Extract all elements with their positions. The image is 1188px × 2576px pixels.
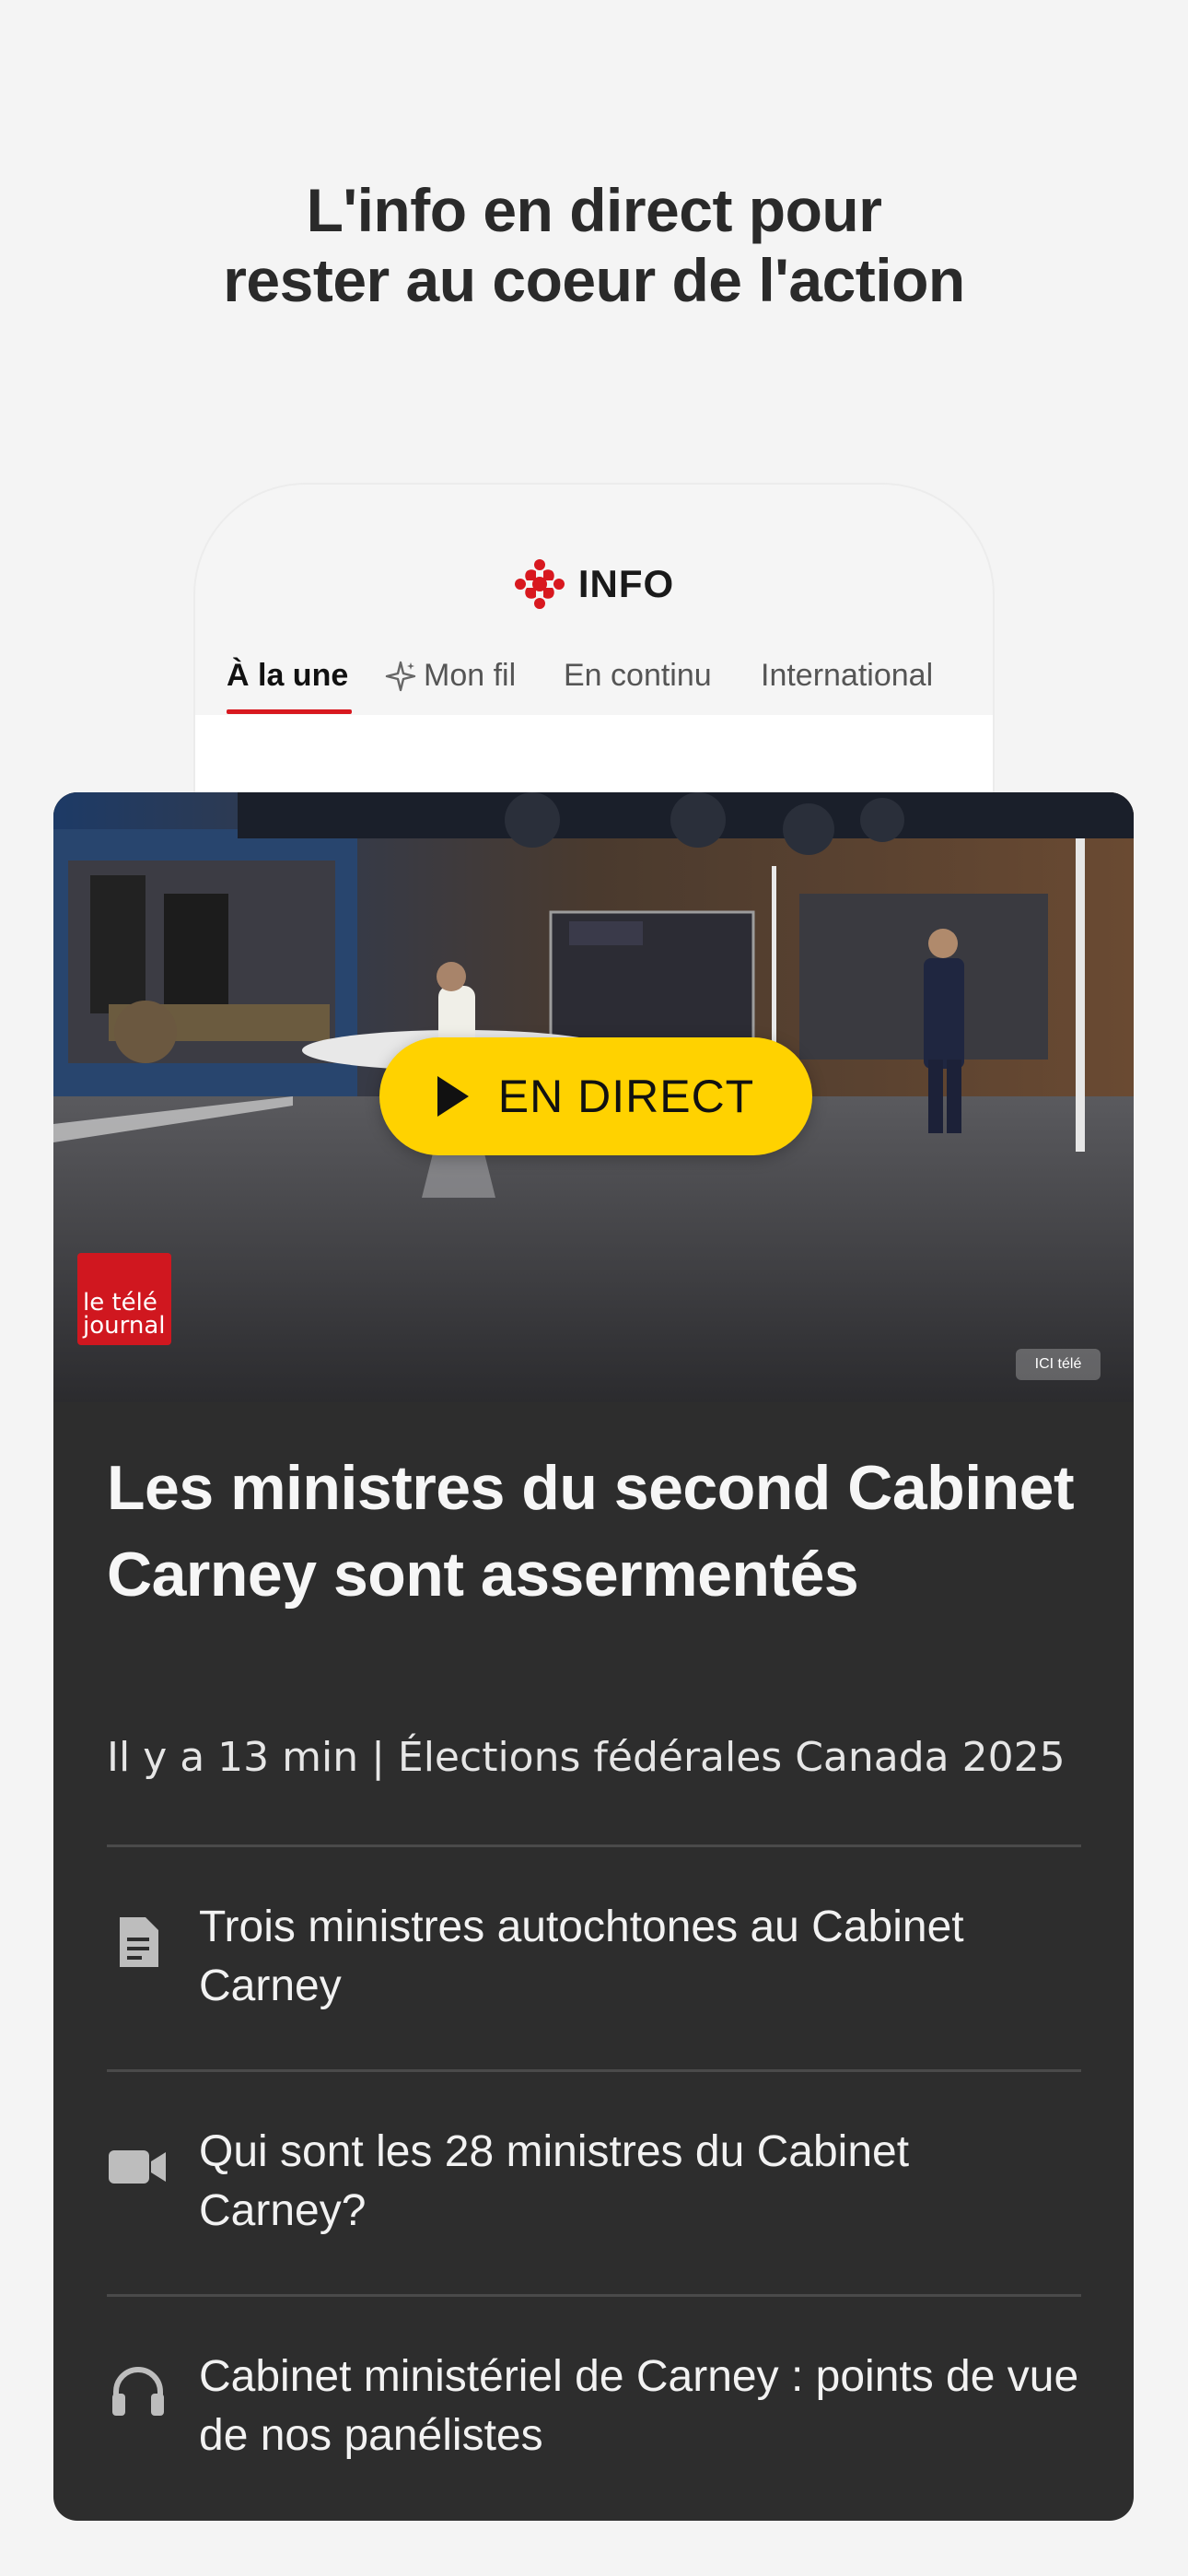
ici-tele-badge: ICI télé (1016, 1349, 1101, 1380)
related-item-text: Qui sont les 28 ministres du Cabinet Car… (199, 2127, 910, 2235)
divider (107, 1844, 1081, 1847)
tab-label: En continu (564, 658, 712, 693)
divider (107, 2294, 1081, 2297)
sparkle-icon (385, 661, 416, 691)
live-play-button[interactable]: EN DIRECT (379, 1037, 812, 1155)
article-icon (107, 1911, 169, 1973)
app-brand-name: INFO (577, 562, 675, 605)
active-tab-indicator (227, 709, 352, 714)
live-story-card[interactable]: EN DIRECT le télé journal ICI télé Les m… (53, 792, 1134, 2521)
tab-label: Mon fil (424, 658, 517, 693)
article-meta: Il y a 13 min | Élections fédérales Cana… (107, 1734, 1066, 1781)
phone-mockup: INFO À la une Mon fil En continu Interna… (195, 485, 993, 816)
le-telejournal-logo: le télé journal (77, 1253, 171, 1345)
live-label: EN DIRECT (497, 1071, 755, 1122)
app-header: INFO (195, 558, 993, 610)
related-item-text: Cabinet ministériel de Carney : points d… (199, 2352, 1079, 2460)
related-item[interactable]: Trois ministres autochtones au Cabinet C… (107, 1898, 1081, 2036)
play-icon (437, 1076, 469, 1117)
headphones-icon (107, 2360, 169, 2423)
article-title[interactable]: Les ministres du second Cabinet Carney s… (107, 1445, 1083, 1618)
channel-badge-text: ICI télé (1034, 1356, 1082, 1372)
promo-headline: L'info en direct pour rester au coeur de… (0, 175, 1188, 315)
app-store-screenshot: L'info en direct pour rester au coeur de… (0, 0, 1188, 2576)
promo-headline-line-2: rester au coeur de l'action (223, 246, 965, 314)
tab-international[interactable]: International (761, 658, 933, 694)
video-icon (107, 2136, 169, 2198)
tab-a-la-une[interactable]: À la une (227, 658, 348, 694)
promo-headline-line-1: L'info en direct pour (306, 176, 882, 244)
tab-label: À la une (227, 658, 349, 693)
live-video-player[interactable]: EN DIRECT le télé journal ICI télé (53, 792, 1134, 1402)
radio-canada-gem-icon (514, 559, 565, 609)
related-item[interactable]: Cabinet ministériel de Carney : points d… (107, 2348, 1081, 2486)
logo-text-line-2: journal (83, 1312, 166, 1340)
tab-en-continu[interactable]: En continu (564, 658, 712, 694)
tab-bar: À la une Mon fil En continu Internationa… (195, 650, 993, 717)
tab-label: International (761, 658, 934, 693)
related-item[interactable]: Qui sont les 28 ministres du Cabinet Car… (107, 2123, 1081, 2261)
divider (107, 2069, 1081, 2072)
tab-mon-fil[interactable]: Mon fil (385, 658, 516, 694)
related-item-text: Trois ministres autochtones au Cabinet C… (199, 1903, 964, 2010)
